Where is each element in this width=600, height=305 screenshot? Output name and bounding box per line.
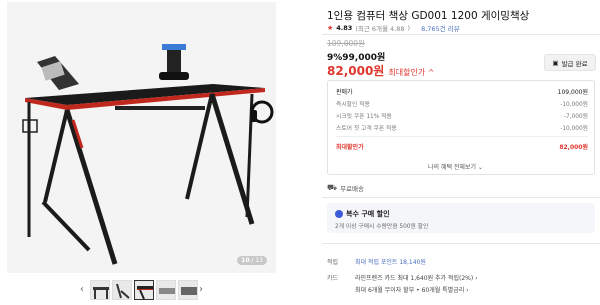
product-gallery: 10 / 13 ‹ ›: [0, 0, 300, 305]
price-breakdown-panel: 판매가 109,000원 즉시할인 적용 -10,000원 시크릿 쿠폰 11%…: [327, 80, 595, 175]
multi-buy-discount-box: 복수 구매 할인 2개 이상 구매시 수량만큼 500원 할인: [327, 203, 595, 233]
product-title: 1인용 컴퓨터 책상 GD001 1200 게이밍책상: [327, 10, 530, 22]
breakdown-head-value: 109,000원: [557, 89, 588, 96]
truck-icon: ⛟: [327, 183, 338, 192]
thumb-prev-arrow-icon[interactable]: ‹: [80, 284, 84, 295]
original-price: 109,000원: [327, 39, 365, 48]
free-shipping-row: ⛟ 무료배송: [327, 183, 364, 193]
breakdown-max-label: 최대할인가: [336, 144, 364, 151]
sale-price-label: 최대할인가 ^: [388, 68, 435, 77]
rating-recent: (최근 6개월 4.88: [355, 25, 405, 33]
breakdown-max-row: 최대할인가 82,000원: [336, 142, 588, 151]
card-benefit-line-1[interactable]: 라인프렌즈 카드 최대 1,640원 추가 적립(2%) ›: [355, 273, 478, 282]
breakdown-row-label: 즉시할인 적용: [336, 102, 370, 108]
max-discount-line[interactable]: 82,000원 최대할인가 ^: [327, 62, 434, 79]
thumb-next-arrow-icon[interactable]: ›: [199, 284, 203, 295]
thumbnail[interactable]: [156, 280, 176, 300]
breakdown-row-value: -7,000원: [563, 114, 588, 120]
thumbnail-active[interactable]: [134, 280, 154, 300]
promo-description: 2개 이상 구매시 수량만큼 500원 할인: [335, 224, 429, 230]
coupon-icon: ▣: [552, 58, 559, 67]
points-value: 최대 적립 포인트 18,140원: [355, 257, 426, 266]
breakdown-head-row: 판매가 109,000원: [336, 87, 588, 96]
product-info: 1인용 컴퓨터 책상 GD001 1200 게이밍책상 ★ 4.83 (최근 6…: [322, 0, 600, 305]
gaming-desk-illustration: [22, 44, 274, 265]
breakdown-row: 시크릿 쿠폰 11% 적용 -7,000원: [336, 111, 588, 120]
coupon-issued-button[interactable]: ▣ 발급 완료: [544, 54, 596, 71]
counter-total: 13: [255, 257, 263, 264]
breakdown-row-label: 시크릿 쿠폰 11% 적용: [336, 114, 392, 120]
product-main-image[interactable]: 10 / 13: [7, 2, 276, 273]
divider: [322, 243, 600, 244]
card-label: 카드: [327, 275, 339, 282]
discount-badge-icon: [335, 210, 343, 218]
breakdown-row: 스토어 첫 고객 쿠폰 적용 -10,000원: [336, 123, 588, 132]
counter-current: 10: [241, 257, 250, 264]
breakdown-separator: [336, 136, 588, 137]
coupon-button-label: 발급 완료: [561, 59, 588, 68]
breakdown-head-label: 판매가: [336, 89, 353, 96]
free-shipping-label: 무료배송: [340, 185, 364, 193]
sale-price: 82,000원: [327, 64, 385, 78]
thumbnail[interactable]: [178, 280, 198, 300]
breakdown-row: 즉시할인 적용 -10,000원: [336, 99, 588, 108]
review-count-link[interactable]: 8,765건 리뷰: [421, 23, 460, 33]
promo-title-row: 복수 구매 할인: [335, 209, 390, 219]
thumbnail[interactable]: [90, 280, 110, 300]
image-counter: 10 / 13: [237, 256, 267, 265]
star-icon: ★: [327, 24, 334, 32]
card-benefit-line-2[interactable]: 최대 6개월 무이자 할부 • 60개월 특별금리 ›: [355, 285, 469, 294]
divider: [322, 197, 600, 198]
breakdown-row-value: -10,000원: [560, 102, 588, 108]
rating-row: ★ 4.83 (최근 6개월 4.88) 8,765건 리뷰: [327, 23, 460, 33]
thumbnail-strip: ‹ ›: [0, 279, 300, 301]
view-all-benefits-button[interactable]: 나의 혜택 전체보기 ⌄: [428, 162, 483, 171]
breakdown-row-value: -10,000원: [560, 126, 588, 132]
promo-title: 복수 구매 할인: [346, 210, 390, 218]
breakdown-row-label: 스토어 첫 고객 쿠폰 적용: [336, 126, 397, 132]
thumbnail[interactable]: [112, 280, 132, 300]
rating-close: ): [407, 24, 411, 32]
points-value-text[interactable]: 최대 적립 포인트 18,140원: [355, 259, 426, 266]
points-label: 적립: [327, 259, 339, 266]
rating-score: 4.83: [336, 24, 353, 32]
divider: [322, 34, 600, 35]
breakdown-max-value: 82,000원: [559, 144, 588, 151]
